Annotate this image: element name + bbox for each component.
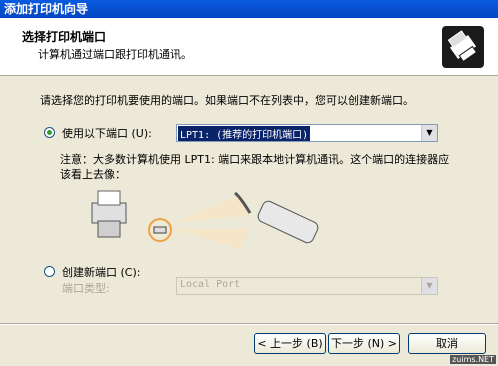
- port-type-value: Local Port: [180, 279, 241, 290]
- watermark: zuims.NET: [450, 355, 496, 364]
- header-title: 选择打印机端口: [22, 30, 107, 44]
- port-type-select: Local Port ▼: [176, 277, 438, 295]
- add-printer-wizard-window: 添加打印机向导 选择打印机端口 计算机通过端口跟打印机通讯。 请选择您的打印机要…: [0, 0, 498, 366]
- next-button[interactable]: 下一步 (N) >: [328, 333, 400, 354]
- instruction-text: 请选择您的打印机要使用的端口。如果端口不在列表中，您可以创建新端口。: [40, 94, 414, 107]
- back-button[interactable]: < 上一步 (B): [254, 333, 326, 354]
- port-select-value: LPT1: (推荐的打印机端口): [178, 126, 311, 141]
- wizard-header: 选择打印机端口 计算机通过端口跟打印机通讯。: [0, 18, 498, 76]
- lpt-connector-illustration: [80, 185, 340, 255]
- chevron-down-icon[interactable]: ▼: [421, 125, 437, 141]
- port-type-label: 端口类型:: [62, 282, 110, 295]
- create-port-label: 创建新端口 (C):: [62, 266, 141, 279]
- port-select[interactable]: LPT1: (推荐的打印机端口) ▼: [176, 124, 438, 142]
- window-title: 添加打印机向导: [0, 0, 498, 18]
- printer-icon: [91, 190, 127, 238]
- port-note: 注意：大多数计算机使用 LPT1: 端口来跟本地计算机通讯。这个端口的连接器应该…: [60, 153, 450, 181]
- header-subtitle: 计算机通过端口跟打印机通讯。: [38, 48, 192, 61]
- create-port-radio[interactable]: [44, 266, 55, 277]
- chevron-down-icon: ▼: [421, 278, 437, 294]
- cancel-button[interactable]: 取消: [408, 333, 486, 354]
- use-port-radio[interactable]: [44, 127, 55, 138]
- printer-wizard-icon: [440, 24, 486, 70]
- use-port-label: 使用以下端口 (U):: [62, 127, 152, 140]
- footer-divider: [0, 323, 498, 325]
- lpt-plug-icon: [234, 191, 319, 244]
